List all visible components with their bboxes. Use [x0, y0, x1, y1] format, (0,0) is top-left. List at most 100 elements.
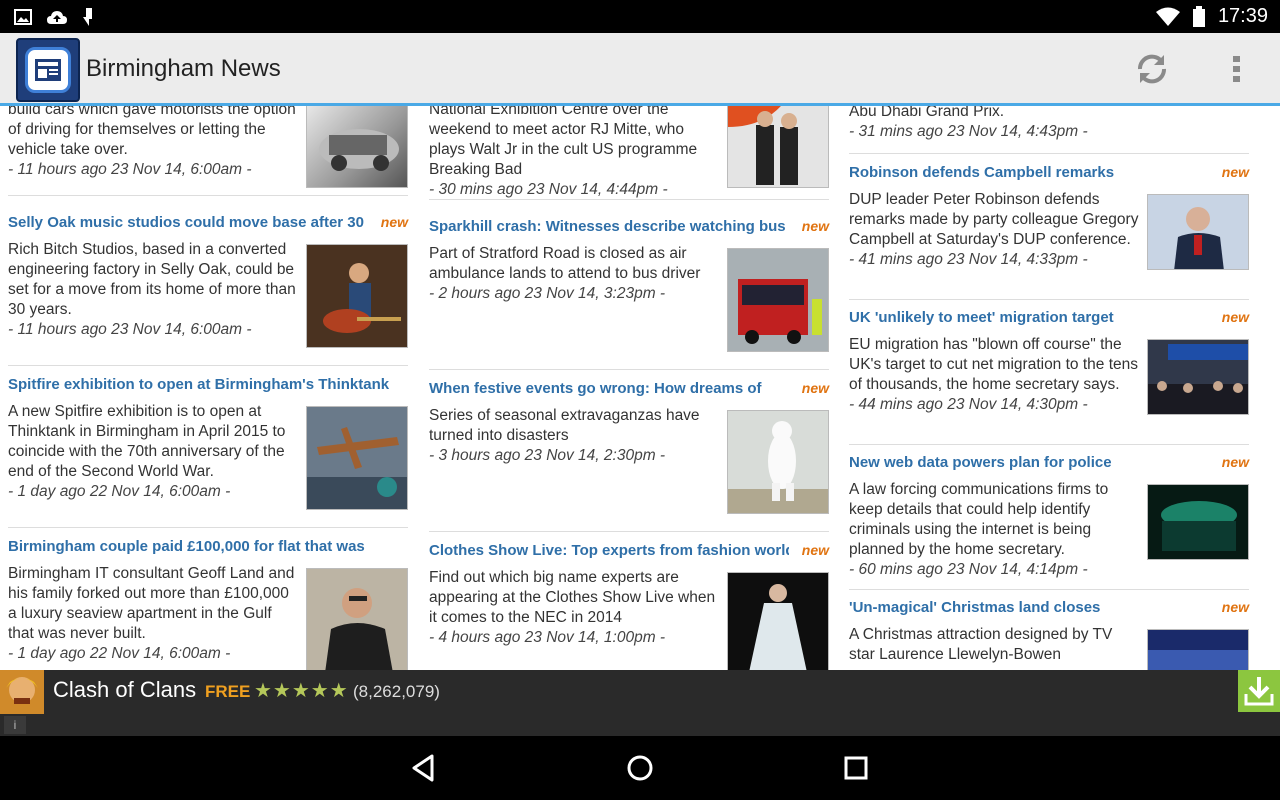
ad-info-icon[interactable]: i: [4, 716, 26, 734]
article-item[interactable]: Spitfire exhibition to open at Birmingha…: [8, 376, 408, 528]
article-thumbnail: [1147, 629, 1249, 670]
divider: [429, 369, 829, 370]
article-title: Birmingham couple paid £100,000 for flat…: [8, 538, 365, 555]
article-item[interactable]: build cars which gave motorists the opti…: [8, 106, 408, 196]
article-thumbnail: [727, 572, 829, 670]
article-meta: - 44 mins ago 23 Nov 14, 4:30pm -: [849, 396, 1088, 413]
article-summary: A law forcing communications firms to ke…: [849, 480, 1141, 580]
article-item[interactable]: Abu Dhabi Grand Prix. - 31 mins ago 23 N…: [849, 106, 1249, 154]
news-list[interactable]: build cars which gave motorists the opti…: [0, 106, 1280, 670]
app-logo-icon[interactable]: [16, 38, 80, 102]
article-thumbnail: [1147, 339, 1249, 415]
article-summary: DUP leader Peter Robinson defends remark…: [849, 190, 1141, 270]
divider: [849, 299, 1249, 300]
image-icon: [14, 9, 32, 25]
ad-banner[interactable]: Clash of Clans FREE ★★★★★ (8,262,079) i: [0, 670, 1280, 736]
divider: [849, 153, 1249, 154]
article-thumbnail: [1147, 484, 1249, 560]
ad-price: FREE: [205, 682, 251, 701]
new-badge: new: [1221, 454, 1249, 470]
new-badge: new: [801, 380, 829, 396]
app-title: Birmingham News: [86, 55, 281, 82]
divider: [8, 527, 408, 528]
article-thumbnail: [727, 410, 829, 514]
clash-of-clans-app-icon[interactable]: [0, 670, 44, 714]
article-item[interactable]: Clothes Show Live: Top experts from fash…: [429, 542, 829, 670]
divider: [429, 531, 829, 532]
article-summary: build cars which gave motorists the opti…: [8, 106, 300, 180]
article-title: Spitfire exhibition to open at Birmingha…: [8, 376, 390, 393]
article-summary: Abu Dhabi Grand Prix. - 31 mins ago 23 N…: [849, 106, 1141, 142]
clock: 17:39: [1217, 5, 1268, 27]
divider: [8, 195, 408, 196]
article-meta: - 1 day ago 22 Nov 14, 6:00am -: [8, 645, 231, 662]
article-summary: EU migration has "blown off course" the …: [849, 335, 1141, 415]
article-meta: - 1 day ago 22 Nov 14, 6:00am -: [8, 483, 231, 500]
article-summary: Series of seasonal extravaganzas have tu…: [429, 406, 721, 466]
divider: [849, 444, 1249, 445]
article-item[interactable]: Robinson defends Campbell remarks new DU…: [849, 164, 1249, 300]
article-meta: - 41 mins ago 23 Nov 14, 4:33pm -: [849, 251, 1088, 268]
navigation-bar: [0, 736, 1280, 800]
download-icon[interactable]: [1238, 670, 1280, 712]
article-thumbnail: [727, 248, 829, 352]
cloud-upload-icon: [47, 11, 67, 24]
new-badge: new: [1221, 599, 1249, 615]
article-item[interactable]: 'Un-magical' Christmas land closes new A…: [849, 599, 1249, 670]
article-meta: - 60 mins ago 23 Nov 14, 4:14pm -: [849, 561, 1088, 578]
article-meta: - 11 hours ago 23 Nov 14, 6:00am -: [8, 161, 252, 178]
article-title: UK 'unlikely to meet' migration target: [849, 309, 1114, 326]
ad-title: Clash of Clans: [53, 677, 197, 702]
article-title: Robinson defends Campbell remarks: [849, 164, 1115, 181]
home-icon[interactable]: [622, 750, 658, 786]
article-thumbnail: [306, 106, 408, 188]
article-item[interactable]: National Exhibition Centre over the week…: [429, 106, 829, 200]
article-title: Selly Oak music studios could move base …: [8, 214, 364, 231]
article-summary: A new Spitfire exhibition is to open at …: [8, 402, 300, 502]
usb-debug-icon: [83, 8, 92, 26]
news-column-3: Abu Dhabi Grand Prix. - 31 mins ago 23 N…: [849, 106, 1249, 670]
article-meta: - 4 hours ago 23 Nov 14, 1:00pm -: [429, 629, 666, 646]
new-badge: new: [380, 214, 408, 230]
back-icon[interactable]: [406, 750, 442, 786]
new-badge: new: [801, 542, 829, 558]
article-summary: Part of Stratford Road is closed as air …: [429, 244, 721, 304]
ad-rating-count: (8,262,079): [353, 682, 440, 701]
article-item[interactable]: When festive events go wrong: How dreams…: [429, 380, 829, 532]
article-summary: Rich Bitch Studios, based in a converted…: [8, 240, 300, 340]
ad-rating-stars: ★★★★★: [254, 680, 349, 702]
news-column-2: National Exhibition Centre over the week…: [429, 106, 829, 670]
article-title: Sparkhill crash: Witnesses describe watc…: [429, 218, 786, 235]
article-title: When festive events go wrong: How dreams…: [429, 380, 762, 397]
article-thumbnail: [306, 244, 408, 348]
overflow-menu-icon[interactable]: [1224, 49, 1250, 89]
article-item[interactable]: Sparkhill crash: Witnesses describe watc…: [429, 218, 829, 370]
article-meta: - 3 hours ago 23 Nov 14, 2:30pm -: [429, 447, 666, 464]
recents-icon[interactable]: [838, 750, 874, 786]
article-thumbnail: [1147, 194, 1249, 270]
divider: [8, 365, 408, 366]
article-title: New web data powers plan for police: [849, 454, 1112, 471]
action-bar: Birmingham News: [0, 33, 1280, 106]
new-badge: new: [1221, 309, 1249, 325]
article-meta: - 31 mins ago 23 Nov 14, 4:43pm -: [849, 123, 1088, 140]
battery-icon: [1192, 5, 1205, 27]
news-column-1: build cars which gave motorists the opti…: [8, 106, 408, 670]
new-badge: new: [801, 218, 829, 234]
article-thumbnail: [306, 406, 408, 510]
status-bar: 17:39: [0, 0, 1280, 33]
article-thumbnail: [306, 568, 408, 670]
article-title: Clothes Show Live: Top experts from fash…: [429, 542, 789, 559]
article-title: 'Un-magical' Christmas land closes: [849, 599, 1101, 616]
article-item[interactable]: Selly Oak music studios could move base …: [8, 214, 408, 366]
article-meta: - 11 hours ago 23 Nov 14, 6:00am -: [8, 321, 252, 338]
divider: [849, 589, 1249, 590]
article-item[interactable]: UK 'unlikely to meet' migration target n…: [849, 309, 1249, 445]
divider: [429, 199, 829, 200]
refresh-icon[interactable]: [1132, 49, 1172, 89]
article-item[interactable]: New web data powers plan for police new …: [849, 454, 1249, 590]
article-meta: - 2 hours ago 23 Nov 14, 3:23pm -: [429, 285, 666, 302]
article-summary: A Christmas attraction designed by TV st…: [849, 626, 1113, 663]
article-summary: Birmingham IT consultant Geoff Land and …: [8, 564, 300, 664]
article-item[interactable]: Birmingham couple paid £100,000 for flat…: [8, 538, 408, 670]
